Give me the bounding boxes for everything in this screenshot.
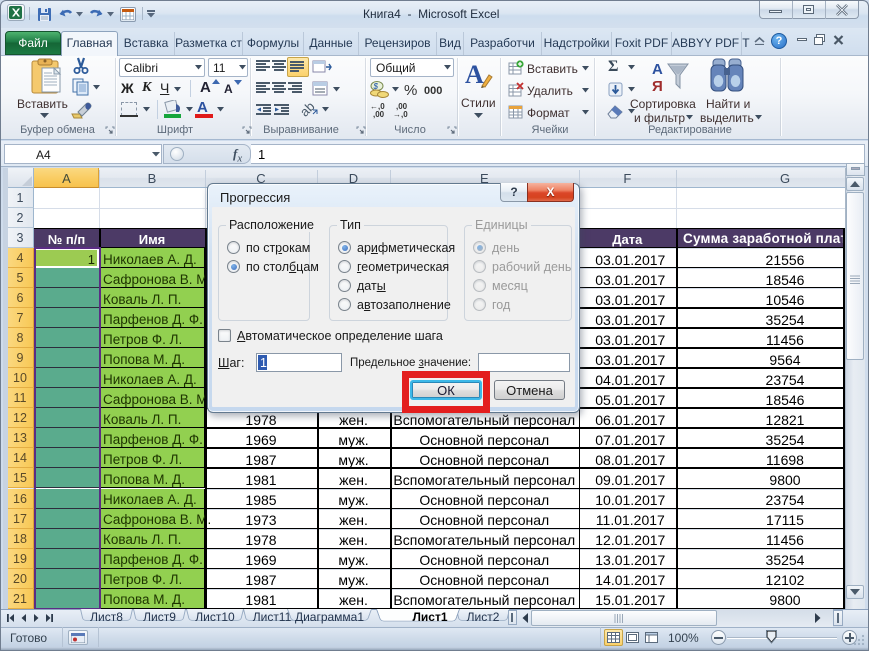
svg-text:А: А: [652, 61, 663, 78]
svg-text:Я: Я: [652, 78, 663, 95]
svg-text:,00: ,00: [373, 110, 385, 119]
svg-text:→,0: →,0: [393, 110, 408, 119]
